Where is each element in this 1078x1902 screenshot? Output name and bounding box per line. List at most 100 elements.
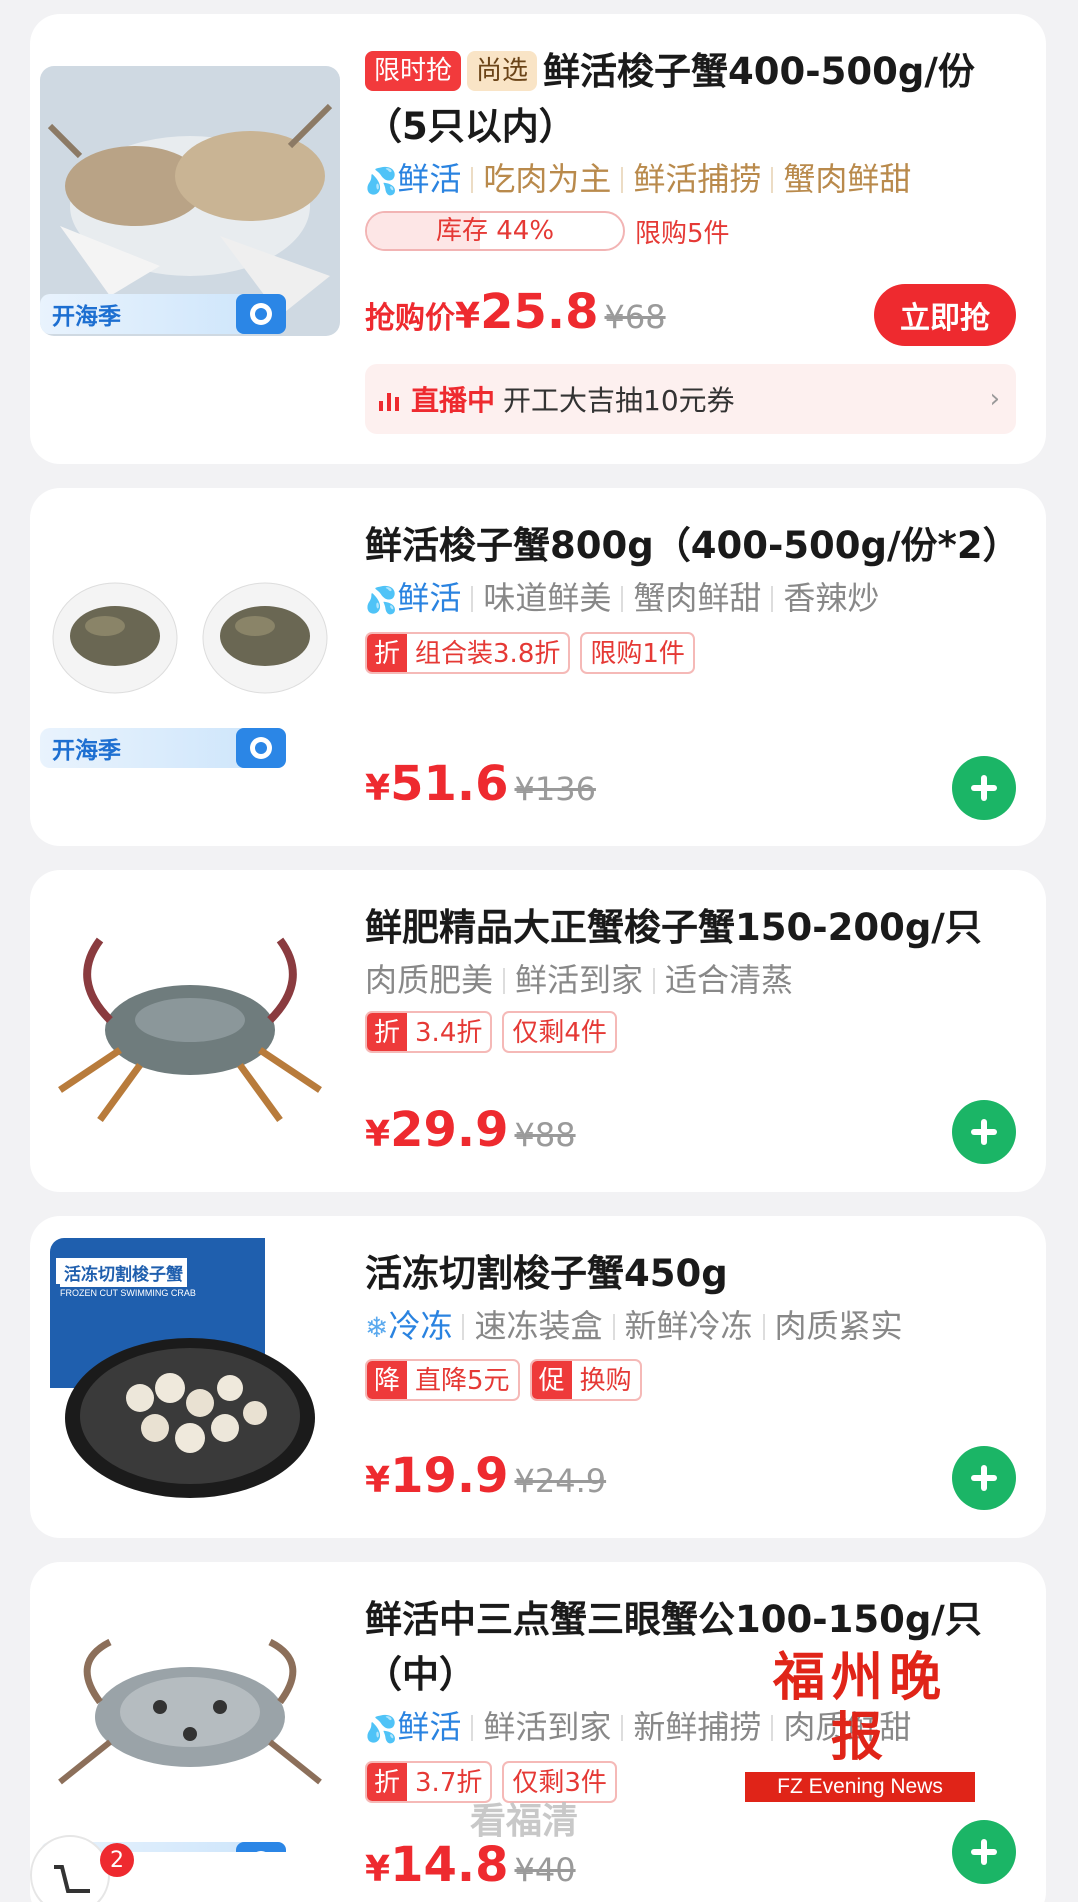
product-card[interactable]: 鲜肥精品大正蟹梭子蟹150-200g/只 肉质肥美 鲜活到家 适合清蒸 折 3.4折仅… — [30, 870, 1046, 1192]
product-tags: ❄冷冻 速冻装盒 新鲜冷冻 肉质紧实 — [365, 1303, 1016, 1351]
droplet-icon: 💦 — [365, 167, 398, 197]
product-image[interactable]: 活冻切割梭子蟹 FROZEN CUT SWIMMING CRAB — [50, 1238, 340, 1528]
add-to-cart-button[interactable] — [952, 1446, 1016, 1510]
product-title[interactable]: 活冻切割梭子蟹450g — [365, 1246, 1016, 1301]
feature-tag: 适合清蒸 — [665, 961, 794, 999]
original-price: ¥24.9 — [514, 1462, 607, 1500]
live-banner[interactable]: 直播中 开工大吉抽10元券 › — [365, 364, 1016, 434]
feature-tag: 肉质肥美 — [365, 961, 494, 999]
snowflake-icon: ❄ — [365, 1311, 389, 1344]
live-label: 直播中 — [411, 384, 496, 417]
frozen-tag: 冷冻 — [388, 1307, 453, 1345]
feature-tag: 蟹肉鲜甜 — [633, 579, 762, 617]
feature-tag: 香辣炒 — [783, 579, 880, 617]
product-tags: 肉质肥美 鲜活到家 适合清蒸 — [365, 957, 1016, 1003]
buy-now-button[interactable]: 立即抢 — [874, 284, 1016, 346]
add-to-cart-button[interactable] — [952, 756, 1016, 820]
current-price: ¥51.6 — [365, 756, 509, 812]
live-bars-icon — [379, 387, 399, 411]
limit-text: 限购5件 — [635, 218, 730, 249]
crab-photo — [52, 582, 328, 694]
droplet-icon: 💦 — [365, 1715, 398, 1745]
season-tag: 开海季 — [40, 728, 286, 768]
discount-coupon: 折组合装3.8折 — [365, 632, 571, 674]
fresh-tag: 鲜活 — [397, 579, 462, 617]
original-price: ¥88 — [514, 1116, 576, 1154]
site-watermark: 看福清 — [470, 1801, 579, 1842]
premium-badge: 尚选 — [467, 51, 538, 91]
price-row: ¥29.9 ¥88 — [365, 1102, 576, 1158]
current-price: ¥14.8 — [365, 1837, 509, 1893]
plus-icon — [971, 775, 997, 801]
original-price: ¥136 — [514, 770, 596, 808]
fish-logo-icon — [236, 294, 286, 334]
plus-icon — [971, 1119, 997, 1145]
live-text: 开工大吉抽10元券 — [503, 384, 735, 417]
plus-icon — [971, 1839, 997, 1865]
price-row: ¥19.9 ¥24.9 — [365, 1448, 606, 1504]
add-to-cart-button[interactable] — [952, 1100, 1016, 1164]
price-row: 抢购价 ¥25.8 ¥68 — [365, 284, 666, 340]
product-card[interactable]: 活冻切割梭子蟹 FROZEN CUT SWIMMING CRAB 活冻切割梭子蟹… — [30, 1216, 1046, 1538]
crab-photo — [58, 937, 322, 1123]
feature-tag: 鲜活捕捞 — [633, 160, 762, 198]
current-price: ¥19.9 — [365, 1448, 509, 1504]
limit-tag: 限购1件 — [580, 632, 695, 674]
feature-tag: 新鲜捕捞 — [633, 1708, 762, 1746]
fresh-tag: 鲜活 — [397, 1708, 462, 1746]
original-price: ¥40 — [514, 1851, 576, 1889]
fish-logo-icon — [236, 728, 286, 768]
season-tag: 开海季 — [40, 294, 286, 334]
newspaper-watermark: 福州晚报 FZ Evening News — [745, 1648, 975, 1802]
feature-tag: 鲜活到家 — [515, 961, 644, 999]
price-row: ¥51.6 ¥136 — [365, 756, 596, 812]
feature-tag: 吃肉为主 — [483, 160, 612, 198]
plus-icon — [971, 1465, 997, 1491]
stock-left-tag: 仅剩4件 — [502, 1011, 617, 1053]
buy-now-label: 立即抢 — [900, 301, 990, 336]
flash-sale-badge: 限时抢 — [365, 51, 462, 91]
product-image[interactable] — [40, 920, 340, 1150]
price-row: ¥14.8 ¥40 — [365, 1837, 576, 1893]
fresh-tag: 鲜活 — [397, 160, 462, 198]
cart-icon — [54, 1865, 90, 1893]
product-tags: 💦鲜活 吃肉为主 鲜活捕捞 蟹肉鲜甜 — [365, 156, 1016, 205]
fish-logo-icon — [236, 1842, 286, 1852]
product-image[interactable]: 开海季 — [40, 548, 340, 778]
stock-progress-bar: 库存 44% — [365, 211, 625, 251]
droplet-icon: 💦 — [365, 586, 398, 616]
product-title[interactable]: 限时抢 尚选 鲜活梭子蟹400-500g/份（5只以内） — [365, 44, 1016, 154]
product-image[interactable]: 开海季 — [40, 1622, 340, 1852]
feature-tag: 鲜活到家 — [483, 1708, 612, 1746]
feature-tag: 蟹肉鲜甜 — [783, 160, 912, 198]
crab-photo — [58, 1638, 322, 1785]
product-tags: 💦鲜活 味道鲜美 蟹肉鲜甜 香辣炒 — [365, 575, 1016, 624]
chevron-right-icon: › — [989, 384, 1000, 414]
product-card[interactable]: 开海季 限时抢 尚选 鲜活梭子蟹400-500g/份（5只以内） 💦鲜活 吃肉为主 鲜活… — [30, 14, 1046, 464]
feature-tag: 新鲜冷冻 — [624, 1307, 753, 1345]
price-drop-coupon: 降直降5元 — [365, 1359, 520, 1401]
product-card[interactable]: 开海季 鲜活梭子蟹800g（400-500g/份*2） 💦鲜活 味道鲜美 蟹肉鲜甜香… — [30, 488, 1046, 846]
stock-label: 库存 44% — [435, 216, 555, 246]
add-to-cart-button[interactable] — [952, 1820, 1016, 1884]
watermark-subtitle: FZ Evening News — [745, 1772, 975, 1802]
box-sub-label: FROZEN CUT SWIMMING CRAB — [60, 1288, 196, 1298]
current-price: ¥25.8 — [455, 284, 599, 340]
promo-coupon: 促换购 — [529, 1359, 642, 1401]
season-tag-label: 开海季 — [52, 304, 121, 330]
discount-coupon: 折 3.4折 — [365, 1011, 493, 1053]
current-price: ¥29.9 — [365, 1102, 509, 1158]
feature-tag: 速冻装盒 — [474, 1307, 603, 1345]
original-price: ¥68 — [604, 298, 666, 336]
cart-button[interactable] — [30, 1835, 110, 1902]
box-label: 活冻切割梭子蟹 — [60, 1258, 187, 1287]
feature-tag: 肉质紧实 — [774, 1307, 903, 1345]
product-title[interactable]: 鲜活梭子蟹800g（400-500g/份*2） — [365, 518, 1020, 573]
product-image[interactable]: 开海季 — [40, 66, 340, 336]
feature-tag: 味道鲜美 — [483, 579, 612, 617]
price-prefix: 抢购价 — [365, 301, 455, 336]
product-title[interactable]: 鲜肥精品大正蟹梭子蟹150-200g/只 — [365, 900, 1016, 955]
watermark-title: 福州晚报 — [772, 1647, 947, 1768]
cart-count-badge: 2 — [100, 1843, 134, 1877]
season-tag-label: 开海季 — [52, 738, 121, 764]
